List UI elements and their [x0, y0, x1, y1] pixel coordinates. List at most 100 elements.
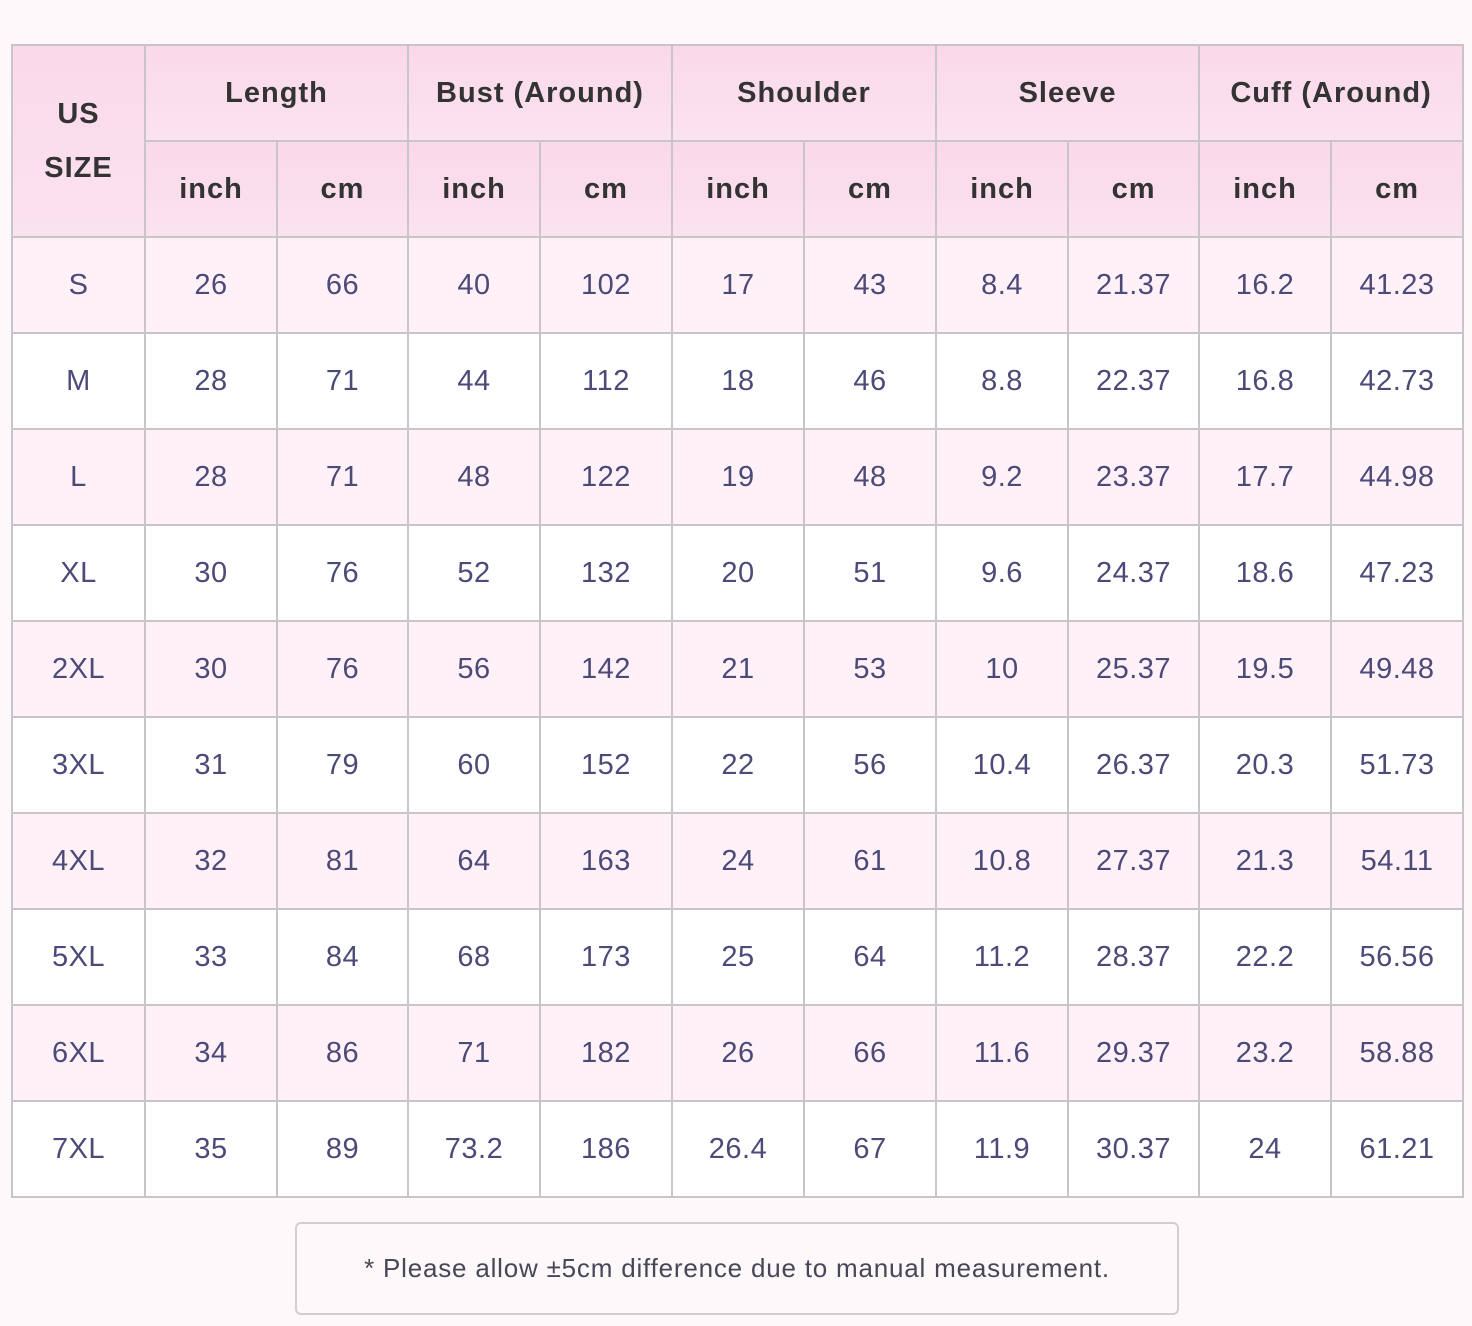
measurement-cell: 18.6: [1198, 524, 1333, 622]
measurement-cell: 86: [276, 1004, 409, 1102]
measurement-cell: 84: [276, 908, 409, 1006]
measurement-cell: 26: [671, 1004, 805, 1102]
measurement-cell: 24: [671, 812, 805, 910]
measurement-cell: 33: [144, 908, 278, 1006]
measurement-cell: 19: [671, 428, 805, 526]
measurement-cell: 34: [144, 1004, 278, 1102]
measurement-cell: 186: [539, 1100, 673, 1198]
measurement-cell: 112: [539, 332, 673, 430]
measurement-cell: 28: [144, 332, 278, 430]
table-row: 7XL 35 89 73.2 186 26.4 67 11.9 30.37 24 61.21: [11, 1100, 1465, 1198]
measurement-cell: 21.3: [1198, 812, 1333, 910]
us-size-header-line1: US: [57, 98, 100, 130]
measurement-cell: 52: [407, 524, 541, 622]
measurement-cell: 25.37: [1067, 620, 1201, 718]
unit-header: cm: [539, 140, 673, 238]
size-cell: S: [11, 236, 146, 334]
measurement-cell: 51.73: [1330, 716, 1465, 814]
group-header-length: Length: [144, 44, 409, 142]
measurement-cell: 71: [276, 332, 409, 430]
size-cell: 7XL: [11, 1100, 146, 1198]
us-size-header: US SIZE: [11, 44, 146, 238]
unit-header: cm: [802, 140, 938, 238]
measurement-cell: 41.23: [1330, 236, 1465, 334]
measurement-cell: 42.73: [1330, 332, 1465, 430]
measurement-cell: 40: [407, 236, 541, 334]
size-cell: M: [11, 332, 146, 430]
size-chart-table: US SIZE Length Bust (Around) Shoulder Sl…: [11, 44, 1465, 1198]
size-cell: 3XL: [11, 716, 146, 814]
measurement-cell: 22: [671, 716, 805, 814]
measurement-cell: 122: [539, 428, 673, 526]
measurement-cell: 48: [407, 428, 541, 526]
table-row: 2XL 30 76 56 142 21 53 10 25.37 19.5 49.48: [11, 620, 1465, 718]
table-row: 4XL 32 81 64 163 24 61 10.8 27.37 21.3 54.11: [11, 812, 1465, 910]
measurement-cell: 10.4: [935, 716, 1070, 814]
measurement-cell: 54.11: [1330, 812, 1465, 910]
measurement-cell: 48: [802, 428, 938, 526]
measurement-cell: 61.21: [1330, 1100, 1465, 1198]
measurement-cell: 56.56: [1330, 908, 1465, 1006]
measurement-cell: 51: [802, 524, 938, 622]
measurement-cell: 8.4: [935, 236, 1070, 334]
table-body: S 26 66 40 102 17 43 8.4 21.37 16.2 41.23 M 28 71 44 11…: [11, 236, 1465, 1198]
unit-header: cm: [1330, 140, 1465, 238]
measurement-cell: 102: [539, 236, 673, 334]
size-cell: L: [11, 428, 146, 526]
measurement-cell: 44: [407, 332, 541, 430]
table-row: 6XL 34 86 71 182 26 66 11.6 29.37 23.2 58.88: [11, 1004, 1465, 1102]
table-row: 5XL 33 84 68 173 25 64 11.2 28.37 22.2 56.56: [11, 908, 1465, 1006]
measurement-cell: 9.2: [935, 428, 1070, 526]
measurement-cell: 66: [802, 1004, 938, 1102]
measurement-cell: 29.37: [1067, 1004, 1201, 1102]
measurement-cell: 47.23: [1330, 524, 1465, 622]
measurement-cell: 81: [276, 812, 409, 910]
measurement-cell: 67: [802, 1100, 938, 1198]
measurement-cell: 60: [407, 716, 541, 814]
size-cell: 4XL: [11, 812, 146, 910]
measurement-cell: 21.37: [1067, 236, 1201, 334]
group-header-bust: Bust (Around): [407, 44, 673, 142]
table-row: M 28 71 44 112 18 46 8.8 22.37 16.8 42.73: [11, 332, 1465, 430]
measurement-cell: 182: [539, 1004, 673, 1102]
measurement-cell: 25: [671, 908, 805, 1006]
size-cell: 2XL: [11, 620, 146, 718]
measurement-cell: 8.8: [935, 332, 1070, 430]
measurement-cell: 30.37: [1067, 1100, 1201, 1198]
table-row: S 26 66 40 102 17 43 8.4 21.37 16.2 41.23: [11, 236, 1465, 334]
measurement-cell: 56: [407, 620, 541, 718]
unit-header: inch: [144, 140, 278, 238]
measurement-cell: 16.8: [1198, 332, 1333, 430]
measurement-cell: 30: [144, 524, 278, 622]
measurement-cell: 20: [671, 524, 805, 622]
measurement-cell: 89: [276, 1100, 409, 1198]
size-cell: 6XL: [11, 1004, 146, 1102]
measurement-cell: 26.4: [671, 1100, 805, 1198]
measurement-cell: 10.8: [935, 812, 1070, 910]
measurement-cell: 68: [407, 908, 541, 1006]
measurement-cell: 28: [144, 428, 278, 526]
measurement-cell: 20.3: [1198, 716, 1333, 814]
unit-header: cm: [276, 140, 409, 238]
measurement-cell: 30: [144, 620, 278, 718]
measurement-cell: 173: [539, 908, 673, 1006]
unit-header: inch: [1198, 140, 1333, 238]
measurement-cell: 23.2: [1198, 1004, 1333, 1102]
us-size-header-line2: SIZE: [44, 152, 113, 184]
measurement-cell: 18: [671, 332, 805, 430]
measurement-cell: 16.2: [1198, 236, 1333, 334]
measurement-cell: 58.88: [1330, 1004, 1465, 1102]
measurement-cell: 35: [144, 1100, 278, 1198]
measurement-cell: 71: [407, 1004, 541, 1102]
group-header-sleeve: Sleeve: [935, 44, 1201, 142]
measurement-cell: 66: [276, 236, 409, 334]
measurement-cell: 152: [539, 716, 673, 814]
measurement-cell: 31: [144, 716, 278, 814]
unit-header: inch: [407, 140, 541, 238]
measurement-cell: 163: [539, 812, 673, 910]
table-row: L 28 71 48 122 19 48 9.2 23.37 17.7 44.98: [11, 428, 1465, 526]
measurement-cell: 49.48: [1330, 620, 1465, 718]
measurement-cell: 26.37: [1067, 716, 1201, 814]
measurement-cell: 43: [802, 236, 938, 334]
measurement-cell: 17.7: [1198, 428, 1333, 526]
